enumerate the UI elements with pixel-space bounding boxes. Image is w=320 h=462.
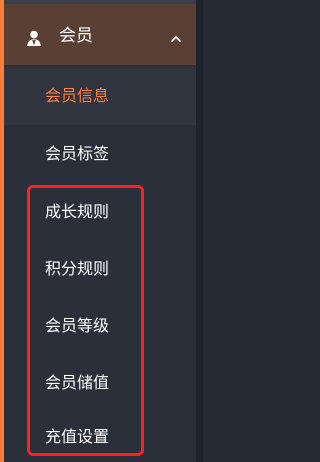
member-group-label: 会员	[59, 26, 93, 46]
member-group-header[interactable]: 会员	[4, 4, 196, 65]
sidebar-item-member-info[interactable]: 会员信息	[4, 67, 196, 125]
sidebar-item-label: 会员信息	[45, 86, 110, 105]
user-icon	[26, 30, 42, 46]
sidebar-item-label: 会员标签	[45, 144, 110, 163]
sidebar-item-member-tags[interactable]: 会员标签	[4, 125, 196, 183]
highlight-box	[27, 185, 144, 456]
sidebar-right-edge	[196, 0, 203, 462]
sidebar: 会员 会员信息 会员标签 成长规则 积分规则 会员等级 会员储值 充值设置	[0, 0, 203, 462]
chevron-up-icon[interactable]	[171, 29, 181, 42]
